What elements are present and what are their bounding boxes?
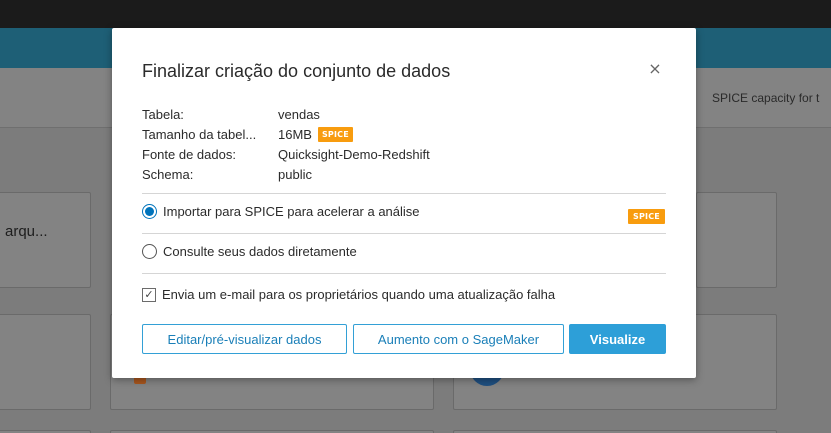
email-notify-option[interactable]: ✓ Envia um e-mail para os proprietários … [142,287,555,302]
finish-dataset-dialog: Finalizar criação do conjunto de dados ×… [112,28,696,378]
radio-import-spice[interactable] [142,204,157,219]
spice-badge: SPICE [317,127,353,142]
email-notify-label: Envia um e-mail para os proprietários qu… [162,287,556,302]
direct-query-label: Consulte seus dados diretamente [163,244,357,259]
edit-preview-button[interactable]: Editar/pré-visualizar dados [142,324,347,354]
spice-badge: SPICE [628,209,665,224]
datasource-card[interactable] [0,314,91,410]
divider [142,233,666,234]
info-value: public [278,167,312,182]
dialog-title: Finalizar criação do conjunto de dados [142,61,451,81]
visualize-button[interactable]: Visualize [569,324,666,354]
datasource-card[interactable] [696,192,777,288]
import-spice-option[interactable]: Importar para SPICE para acelerar a anál… [142,204,420,219]
info-key: Tamanho da tabel... [142,127,257,142]
close-icon[interactable]: × [648,60,662,78]
datasource-card[interactable]: arqu... [0,192,91,288]
info-value: 16MB [278,127,312,142]
divider [142,273,666,274]
info-key: Tabela: [142,107,184,122]
check-icon: ✓ [144,288,154,301]
info-key: Schema: [142,167,194,182]
info-key: Fonte de dados: [142,147,236,162]
info-value-wrap: 16MB SPICE [278,127,353,142]
datasource-card-label: arqu... [5,223,48,240]
sagemaker-button[interactable]: Aumento com o SageMaker [353,324,564,354]
spice-badge-wrap: SPICE [628,206,665,225]
import-spice-label: Importar para SPICE para acelerar a anál… [163,204,420,219]
info-value: vendas [278,107,320,122]
top-navigation-bar [0,0,831,28]
email-notify-checkbox[interactable]: ✓ [142,287,156,302]
radio-direct-query[interactable] [142,244,157,259]
divider [142,193,666,194]
info-value: Quicksight-Demo-Redshift [278,147,430,162]
direct-query-option[interactable]: Consulte seus dados diretamente [142,244,357,259]
spice-capacity-label: SPICE capacity for t [712,91,820,105]
